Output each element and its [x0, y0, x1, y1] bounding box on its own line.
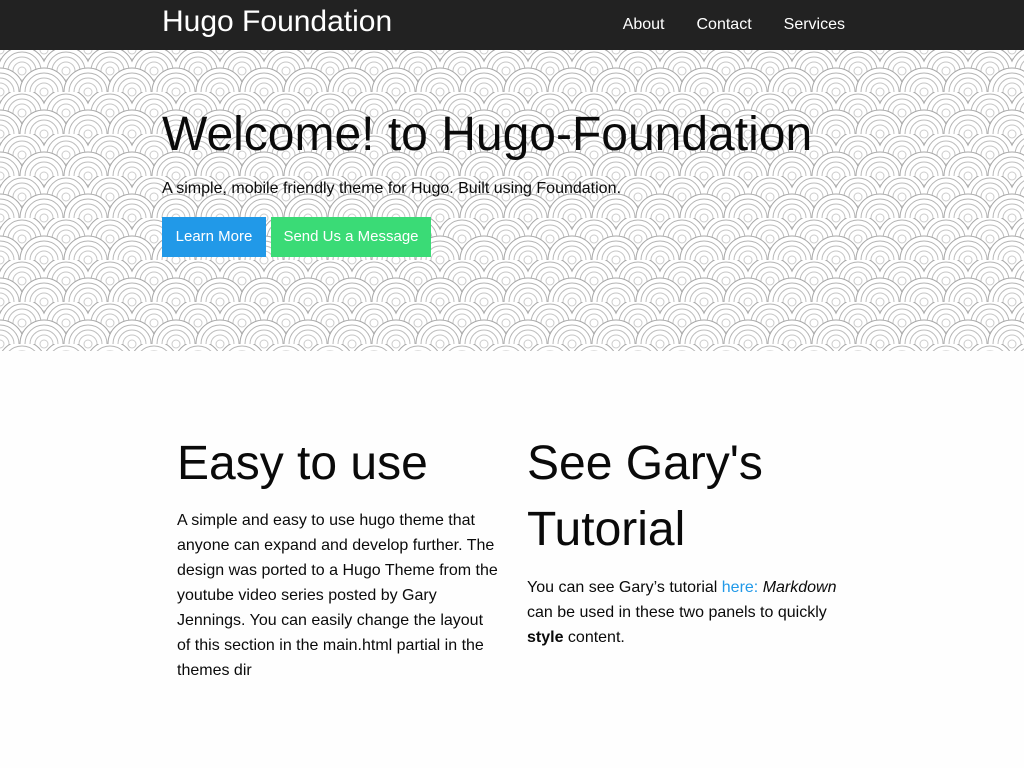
panel-title: Easy to use: [177, 437, 428, 490]
nav-link-services[interactable]: Services: [784, 15, 845, 35]
style-strong: style: [527, 629, 564, 646]
send-message-button[interactable]: Send Us a Message: [271, 217, 431, 257]
nav-link-about[interactable]: About: [623, 15, 665, 35]
hero-title: Welcome! to Hugo-Foundation: [162, 108, 813, 161]
nav-link-contact[interactable]: Contact: [697, 15, 752, 35]
circle-pattern-background: [0, 50, 1024, 351]
top-bar: Hugo Foundation About Contact Services: [0, 0, 1024, 50]
tutorial-panel: See Gary's Tutorial You can see Gary’s t…: [527, 431, 849, 650]
markdown-emphasis: Markdown: [762, 579, 837, 596]
body-prefix-text: You can see Gary’s tutorial: [527, 579, 722, 596]
panel-body: You can see Gary’s tutorial here: Markdo…: [527, 575, 849, 650]
hero-section: Welcome! to Hugo-Foundation A simple, mo…: [0, 50, 1024, 351]
easy-to-use-panel: Easy to use A simple and easy to use hug…: [177, 431, 499, 683]
main-nav: About Contact Services: [591, 0, 845, 50]
body-suffix-text: content.: [563, 629, 625, 646]
site-title-link[interactable]: Hugo Foundation: [162, 4, 392, 40]
panel-body: A simple and easy to use hugo theme that…: [177, 512, 498, 679]
body-middle-text: can be used in these two panels to quick…: [527, 604, 827, 621]
learn-more-button[interactable]: Learn More: [162, 217, 266, 257]
tutorial-link[interactable]: here:: [722, 579, 758, 596]
hero-subtitle: A simple, mobile friendly theme for Hugo…: [162, 180, 621, 197]
panel-title: See Gary's Tutorial: [527, 437, 763, 556]
